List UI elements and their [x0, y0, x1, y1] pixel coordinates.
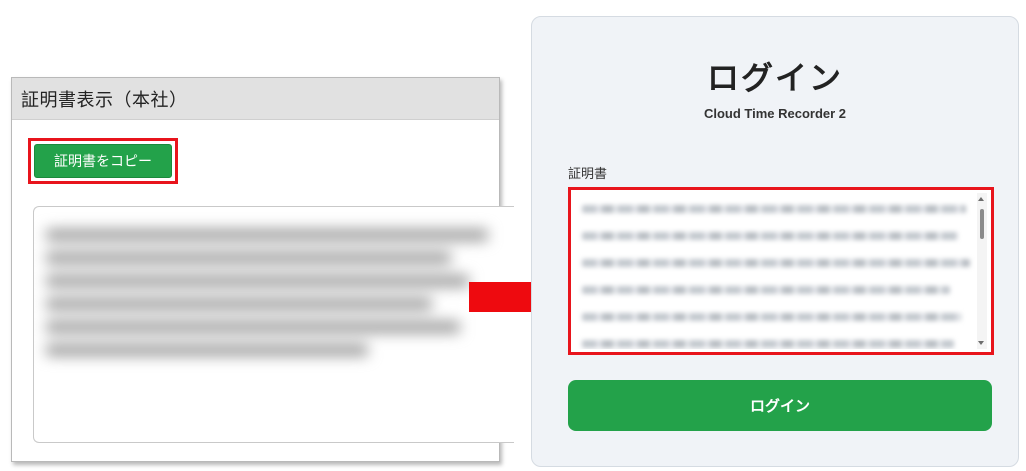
login-panel: ログイン Cloud Time Recorder 2 証明書 ログイン — [531, 16, 1019, 467]
login-button[interactable]: ログイン — [568, 380, 992, 431]
certificate-field-label: 証明書 — [568, 167, 608, 182]
window-title: 証明書表示（本社） — [21, 89, 188, 111]
certificate-content-box — [33, 206, 514, 443]
certificate-field-highlight — [568, 187, 994, 355]
blurred-certificate-text — [46, 229, 506, 389]
certificate-textarea[interactable] — [574, 193, 988, 349]
scroll-thumb[interactable] — [980, 209, 984, 239]
page-title: ログイン — [706, 59, 843, 97]
textarea-scrollbar[interactable] — [977, 193, 987, 349]
screenshot-composite: 証明書表示（本社） 証明書をコピー ログイン Cloud Time Record… — [0, 0, 1026, 471]
blurred-certificate-text — [582, 205, 978, 348]
copy-button-highlight: 証明書をコピー — [28, 138, 178, 184]
app-name: Cloud Time Recorder 2 — [703, 106, 847, 121]
window-titlebar: 証明書表示（本社） — [12, 78, 499, 120]
certificate-display-window: 証明書表示（本社） 証明書をコピー — [11, 77, 514, 462]
scroll-up-icon[interactable] — [978, 197, 984, 201]
copy-certificate-button[interactable]: 証明書をコピー — [34, 144, 172, 178]
scroll-down-icon[interactable] — [978, 341, 984, 345]
